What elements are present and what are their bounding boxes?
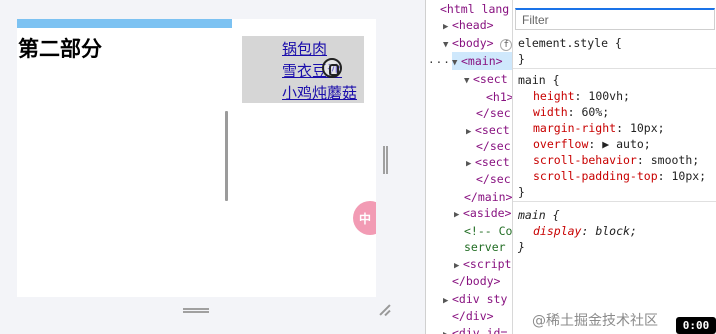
css-prop-height[interactable]: height: 100vh;: [533, 88, 630, 104]
styles-pane: Filter element.style { } main { height: …: [512, 0, 716, 334]
expand-triangle-icon[interactable]: ▶: [466, 123, 475, 141]
dom-node-section-1-close[interactable]: </sec: [476, 104, 511, 122]
dom-node-body-close[interactable]: </body>: [452, 272, 500, 290]
element-style-close: }: [518, 52, 525, 66]
dom-node-div-id[interactable]: ▶<div id=: [443, 324, 507, 334]
main-rule-close: }: [518, 185, 525, 199]
reading-progress-bar: [17, 19, 233, 28]
rule-separator: [513, 201, 716, 202]
dom-node-aside[interactable]: ▶ <aside>: [454, 204, 511, 222]
dom-node-script[interactable]: ▶ <script: [454, 255, 511, 273]
aside-nav: 锅包肉 雪衣豆沙 小鸡炖蘑菇: [242, 36, 364, 103]
css-prop-scroll-behavior[interactable]: scroll-behavior: smooth;: [533, 152, 699, 168]
expand-triangle-icon[interactable]: ▶: [443, 292, 452, 310]
watermark-text: @稀土掘金技术社区: [532, 313, 658, 329]
css-prop-margin-right[interactable]: margin-right: 10px;: [533, 120, 665, 136]
floating-avatar-icon[interactable]: 中: [353, 201, 376, 235]
css-prop-overflow[interactable]: overflow: ▶ auto;: [533, 136, 651, 152]
section-heading: 第二部分: [18, 37, 102, 61]
css-prop-scroll-padding-top[interactable]: scroll-padding-top: 10px;: [533, 168, 706, 184]
dom-node-div-style[interactable]: ▶ <div sty: [443, 290, 507, 308]
flex-badge[interactable]: f: [500, 39, 512, 51]
dom-node-section-1[interactable]: ▼ <sect: [464, 70, 508, 88]
page-viewport[interactable]: 第二部分 锅包肉 雪衣豆沙 小鸡炖蘑菇 中: [17, 19, 376, 297]
page-preview-area: 第二部分 锅包肉 雪衣豆沙 小鸡炖蘑菇 中: [0, 0, 408, 334]
ua-rule-close: }: [518, 240, 525, 254]
resize-handle-right-icon[interactable]: [383, 146, 388, 174]
dom-node-div-close[interactable]: </div>: [452, 307, 494, 325]
css-prop-width[interactable]: width: 60%;: [533, 104, 609, 120]
collapse-triangle-icon[interactable]: ▼: [464, 72, 473, 90]
dom-node-main[interactable]: ▼ <main>: [452, 52, 514, 70]
aside-link-xiaojidunmogu[interactable]: 小鸡炖蘑菇: [282, 82, 357, 103]
expand-triangle-icon[interactable]: ▶: [466, 155, 475, 173]
collapse-triangle-icon[interactable]: ▼: [452, 54, 461, 72]
resize-corner-icon[interactable]: [379, 304, 391, 316]
main-rule-selector[interactable]: main {: [518, 72, 560, 88]
expand-triangle-icon[interactable]: ▶: [454, 206, 463, 224]
dom-node-section-3-close[interactable]: </sec: [476, 170, 511, 188]
css-prop-display[interactable]: display: block;: [533, 223, 637, 239]
resize-handle-bottom-icon[interactable]: [183, 308, 209, 313]
rule-separator: [513, 68, 716, 69]
devtools-panel: <html lang ▶ <head> ▼ <body> f ... ▼ <main>…: [425, 0, 716, 334]
elements-dom-tree[interactable]: <html lang ▶ <head> ▼ <body> f ... ▼ <main>…: [426, 0, 514, 334]
dom-node-section-3[interactable]: ▶ <sect: [466, 153, 510, 171]
aside-link-guobaorou[interactable]: 锅包肉: [282, 38, 327, 59]
dom-node-comment-cont[interactable]: server: [464, 238, 506, 256]
element-style-selector[interactable]: element.style {: [518, 35, 622, 51]
video-timecode: 0:00: [676, 317, 716, 334]
ua-rule-selector[interactable]: main {: [518, 207, 560, 223]
dom-node-head[interactable]: ▶ <head>: [443, 16, 494, 34]
styles-filter-input[interactable]: Filter: [515, 8, 715, 30]
more-dots-icon[interactable]: ...: [428, 53, 451, 66]
main-scrollbar-thumb[interactable]: [225, 111, 228, 201]
expand-triangle-icon[interactable]: ▶: [443, 326, 452, 334]
collapse-triangle-icon[interactable]: ▼: [443, 36, 452, 54]
dom-node-body[interactable]: ▼ <body> f: [443, 34, 512, 52]
mouse-cursor-icon: [322, 58, 342, 78]
